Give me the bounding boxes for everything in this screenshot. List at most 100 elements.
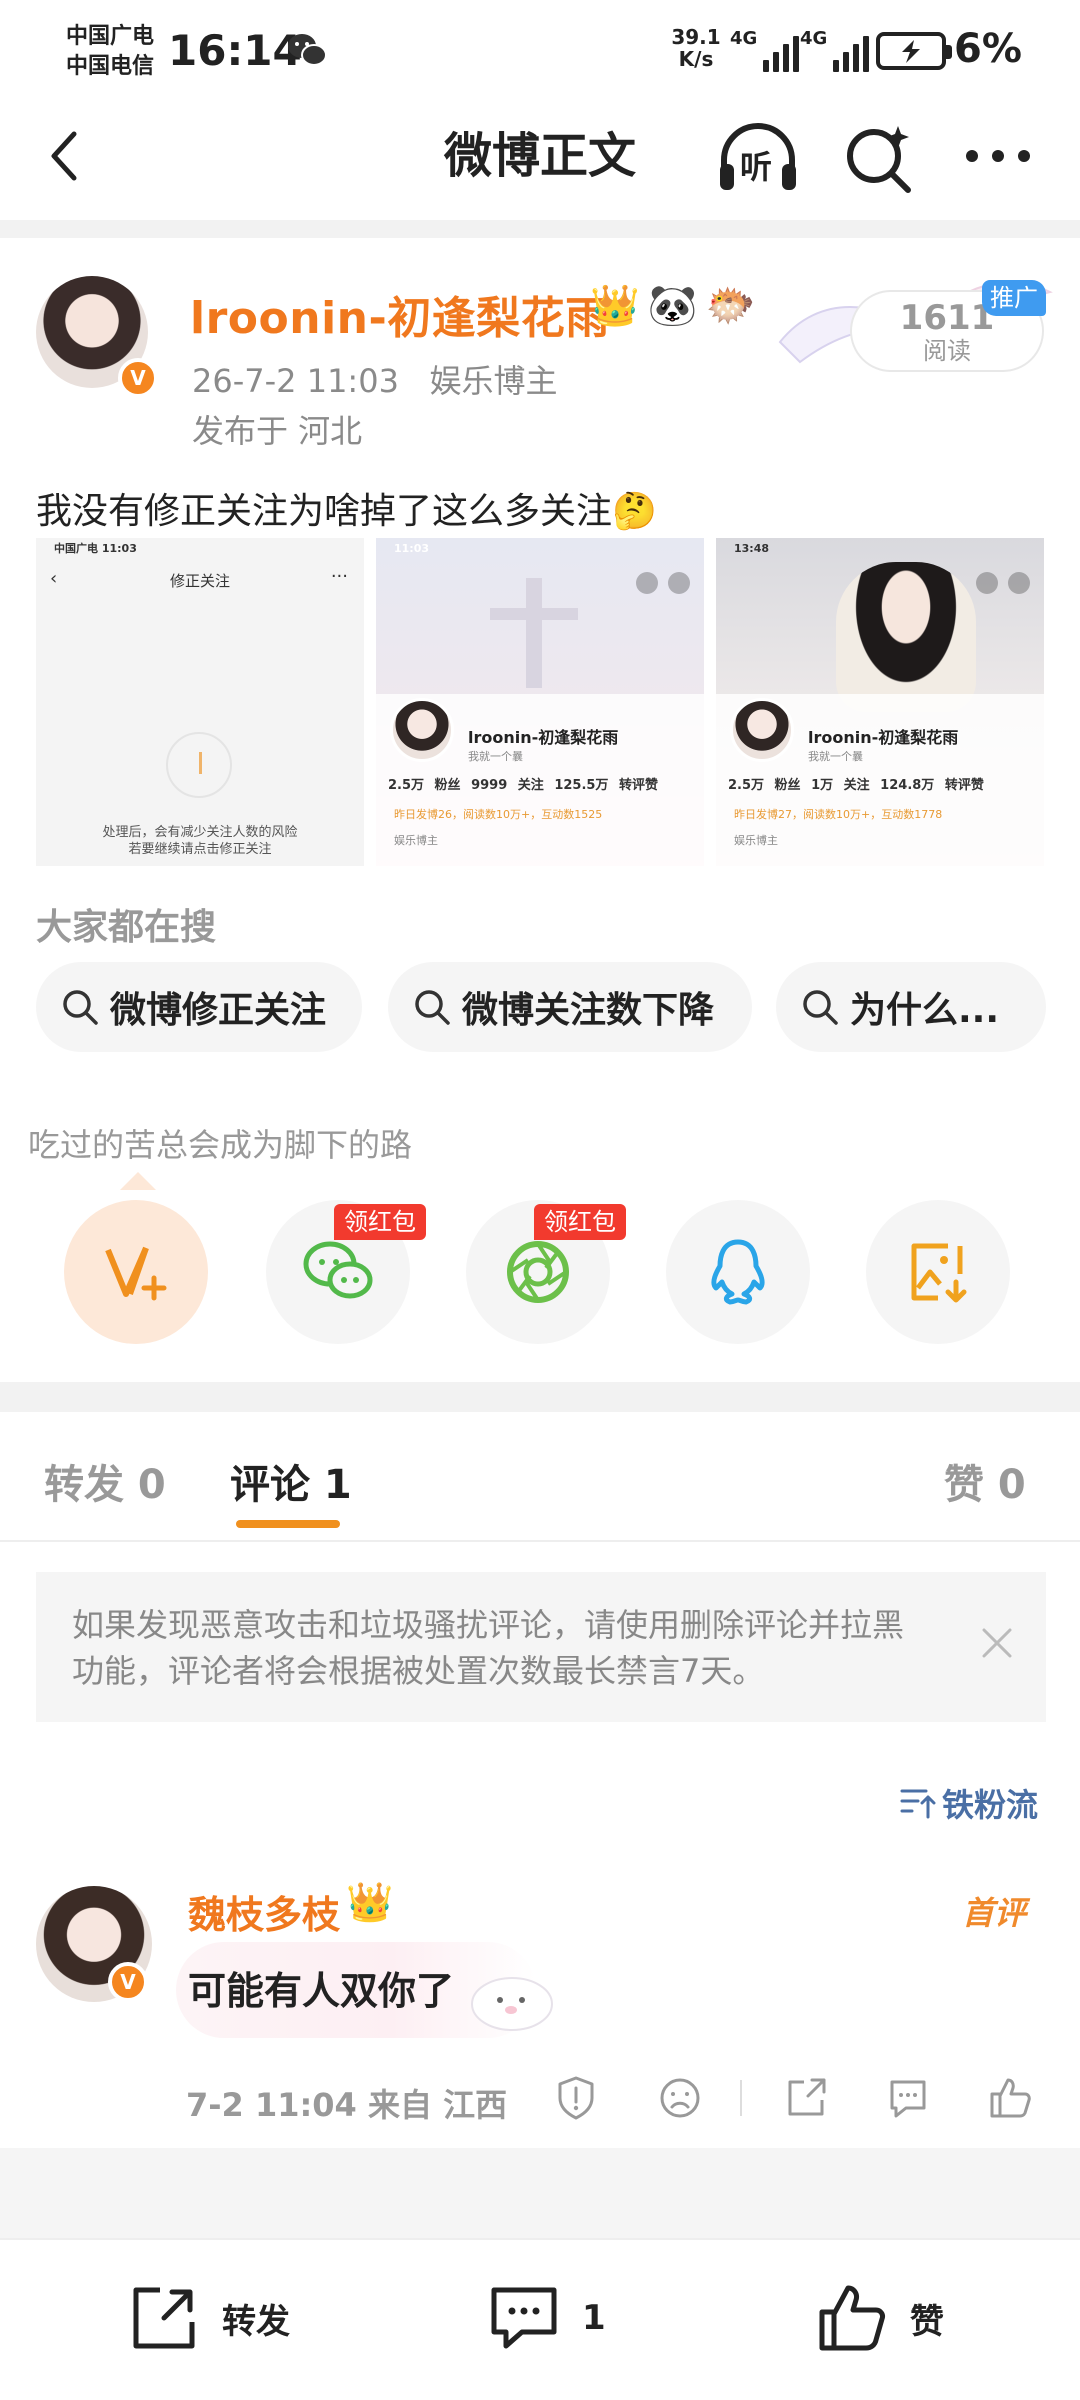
image-profile-role: 娱乐博主 <box>734 834 778 847</box>
carrier-1: 中国广电 <box>66 24 155 49</box>
back-arrow-icon[interactable] <box>34 124 98 188</box>
net-speed-unit: K/s <box>678 47 714 71</box>
image-tools <box>976 572 1030 594</box>
divider <box>0 2148 1080 2238</box>
image-status-bar: 中国广电 11:03 <box>54 542 137 555</box>
image-profile-name: lroonin-初逢梨花雨 <box>468 728 619 747</box>
verified-badge-icon: V <box>118 358 158 398</box>
hot-search-chip[interactable]: 为什么... <box>776 962 1046 1052</box>
verified-badge-icon: V <box>108 1962 148 2002</box>
comment-meta: 7-2 11:04 来自 江西 <box>186 2086 508 2124</box>
wechat-icon <box>303 1241 373 1299</box>
like-button[interactable]: 赞 <box>814 2280 944 2356</box>
redpack-badge: 领红包 <box>334 1204 426 1240</box>
search-icon[interactable] <box>842 122 914 194</box>
image-profile-role: 娱乐博主 <box>394 834 438 847</box>
post-image-3[interactable]: 13:48 lroonin-初逢梨花雨 我就一个曩 2.5万 粉丝 1万 关注 … <box>716 538 1044 866</box>
listen-button[interactable]: 听 <box>716 120 800 196</box>
image-note-line-2: 若要继续请点击修正关注 <box>128 842 272 857</box>
save-image-icon <box>911 1243 967 1303</box>
more-icon[interactable] <box>958 126 1038 186</box>
comment-icon <box>491 2287 557 2349</box>
sort-button[interactable]: 铁粉流 <box>900 1780 1038 1826</box>
repost-label: 转发 <box>222 2301 290 2342</box>
hot-search-title: 大家都在搜 <box>36 907 217 948</box>
post-text: 我没有修正关注为啥掉了这么多关注🤔 <box>36 491 657 532</box>
divider <box>0 1382 1080 1412</box>
save-image-button[interactable] <box>866 1200 1010 1344</box>
sort-label: 铁粉流 <box>942 1786 1039 1824</box>
tab-indicator <box>236 1520 340 1528</box>
image-portrait <box>836 562 976 712</box>
tab-comment[interactable]: 评论 1 <box>230 1452 352 1510</box>
post-image-2[interactable]: 11:03 lroonin-初逢梨花雨 我就一个曩 2.5万 粉丝 9999 关… <box>376 538 704 866</box>
like-icon <box>819 2285 885 2351</box>
net-type-1: 4G <box>730 28 758 49</box>
interaction-tabs: 转发 0 评论 1 赞 0 <box>0 1412 1080 1542</box>
crown-badge-icon: 👑 <box>590 283 640 329</box>
notice-text: 如果发现恶意攻击和垃圾骚扰评论，请使用删除评论并拉黑功能，评论者将会根据被处置次… <box>72 1606 905 1690</box>
image-profile-name: lroonin-初逢梨花雨 <box>808 728 959 747</box>
bubble-pet-icon <box>471 1977 553 2031</box>
image-profile-sub: 我就一个曩 <box>808 750 863 763</box>
search-icon <box>415 990 450 1025</box>
repost-button[interactable]: 转发 <box>126 2280 290 2356</box>
net-type-2: 4G <box>800 28 828 49</box>
motto-text: 吃过的苦总会成为脚下的路 <box>28 1126 413 1164</box>
tab-repost[interactable]: 转发 0 <box>44 1452 166 1510</box>
nav-bar: 微博正文 听 <box>0 100 1080 220</box>
author-username[interactable]: lroonin-初逢梨花雨 <box>190 282 610 346</box>
moments-icon <box>507 1241 569 1303</box>
like-icon[interactable] <box>986 2074 1034 2122</box>
commenter-name[interactable]: 魏枝多枝 <box>188 1884 340 1939</box>
panda-badge-icon: 🐼 <box>647 283 698 329</box>
crown-badge-icon: 👑 <box>346 1880 394 1924</box>
signal-1-icon: 4G <box>730 28 800 72</box>
post-time: 26-7-2 11:03 <box>192 362 399 400</box>
first-comment-tag: 首评 <box>962 1894 1027 1932</box>
hot-search-chip[interactable]: 微博关注数下降 <box>388 962 752 1052</box>
page-title: 微博正文 <box>443 128 636 184</box>
image-title: 修正关注 <box>169 572 230 590</box>
share-icon[interactable] <box>782 2074 830 2122</box>
comment-text: 可能有人双你了 <box>188 1969 455 2013</box>
signal-2-icon: 4G <box>800 28 870 72</box>
status-bar: 中国广电 中国电信 16:14 39.1 K/s 4G 4G 6% <box>0 0 1080 100</box>
author-role: 娱乐博主 <box>429 362 558 400</box>
comment-notice: 如果发现恶意攻击和垃圾骚扰评论，请使用删除评论并拉黑功能，评论者将会根据被处置次… <box>36 1572 1046 1722</box>
image-status-bar: 11:03 <box>394 542 430 555</box>
search-icon <box>803 990 838 1025</box>
comment-count: 1 <box>582 2298 606 2338</box>
carrier-2: 中国电信 <box>66 54 155 79</box>
report-icon[interactable] <box>552 2074 600 2122</box>
fish-badge-icon: 🐡 <box>705 283 756 329</box>
image-cross-decoration <box>490 578 578 688</box>
image-more-icon: ··· <box>330 566 348 587</box>
hot-search-chip[interactable]: 微博修正关注 <box>36 962 362 1052</box>
share-qq-button[interactable] <box>666 1200 810 1344</box>
redpack-badge: 领红包 <box>534 1204 626 1240</box>
image-profile-summary: 昨日发博27，阅读数10万+，互动数1778 <box>734 808 943 821</box>
image-note-line-1: 处理后，会有减少关注人数的风险 <box>102 825 298 840</box>
image-avatar <box>730 698 794 762</box>
share-weibo-button[interactable] <box>64 1200 208 1344</box>
dislike-face-icon[interactable] <box>656 2074 704 2122</box>
wechat-notification-icon <box>288 34 327 66</box>
search-icon <box>63 990 98 1025</box>
hot-search-chip-label: 微博关注数下降 <box>462 990 715 1031</box>
image-avatar <box>390 698 454 762</box>
carrier-label: 中国广电 中国电信 <box>66 22 154 82</box>
tab-like[interactable]: 赞 0 <box>944 1452 1026 1510</box>
image-profile-stats: 2.5万 粉丝 1万 关注 124.8万 转评赞 <box>728 778 984 793</box>
post-meta: 26-7-2 11:03 娱乐博主 <box>192 356 557 402</box>
post-image-1[interactable]: 中国广电 11:03 ‹ 修正关注 ··· 处理后，会有减少关注人数的风险 若要… <box>36 538 364 866</box>
reply-icon[interactable] <box>884 2074 932 2122</box>
image-tools <box>636 572 690 594</box>
weibo-share-icon <box>105 1246 167 1301</box>
read-count-label: 阅读 <box>923 337 971 365</box>
comment-button[interactable]: 1 <box>486 2280 606 2356</box>
repost-icon <box>133 2287 195 2349</box>
bottom-action-bar: 转发 1 赞 <box>0 2238 1080 2400</box>
close-icon[interactable] <box>972 1618 1022 1668</box>
status-time: 16:14 <box>168 26 302 75</box>
